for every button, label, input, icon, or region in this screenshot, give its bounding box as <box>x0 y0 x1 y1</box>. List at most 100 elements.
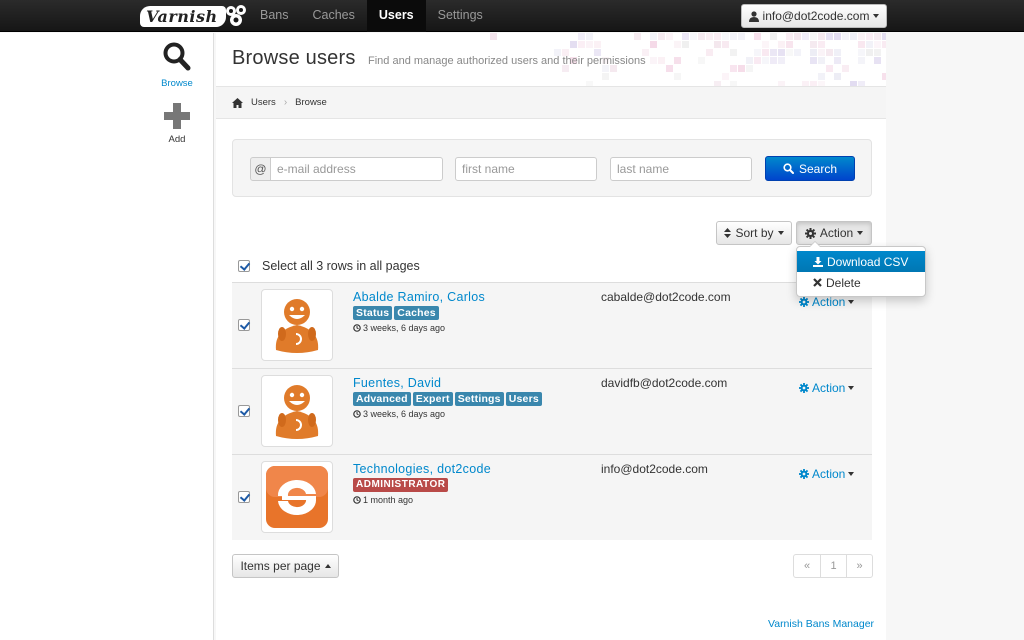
user-email: info@dot2code.com <box>601 462 708 476</box>
last-name-input[interactable] <box>610 157 752 181</box>
user-icon <box>748 10 759 22</box>
breadcrumb-users[interactable]: Users <box>251 97 276 108</box>
permission-badge: Caches <box>394 306 439 320</box>
sidebar-item-browse[interactable]: Browse <box>146 41 208 89</box>
search-button-label: Search <box>798 161 838 176</box>
menu-item-label: Download CSV <box>827 254 909 269</box>
varnish-logo-icon <box>225 5 246 26</box>
menu-item-delete[interactable]: Delete <box>797 272 925 293</box>
search-icon <box>163 42 191 71</box>
search-panel: @ Search <box>232 139 872 197</box>
first-name-input[interactable] <box>455 157 597 181</box>
nav-settings[interactable]: Settings <box>426 0 495 32</box>
gear-icon <box>804 227 816 239</box>
last-login-text: 3 weeks, 6 days ago <box>363 409 446 419</box>
user-email: cabalde@dot2code.com <box>601 290 731 304</box>
permission-badge: Status <box>353 306 393 320</box>
footer-link[interactable]: Varnish Bans Manager <box>768 618 874 630</box>
action-dropdown-menu: Download CSV Delete <box>796 241 926 297</box>
pagination-page[interactable]: 1 <box>820 555 846 577</box>
sort-by-button[interactable]: Sort by <box>716 221 792 245</box>
nav-bans[interactable]: Bans <box>248 0 301 32</box>
select-all-checkbox[interactable] <box>238 260 250 272</box>
action-label: Action <box>819 226 854 240</box>
permission-badges: ADMINISTRATOR <box>353 478 449 492</box>
row-action-button[interactable]: Action <box>799 295 855 309</box>
user-email: davidfb@dot2code.com <box>601 376 728 390</box>
chevron-up-icon <box>324 564 331 568</box>
sidebar-item-label: Add <box>168 134 186 145</box>
close-icon <box>813 278 822 287</box>
items-per-page-button[interactable]: Items per page <box>232 554 339 578</box>
table-row: Technologies, dot2code ADMINISTRATOR 1 m… <box>232 454 872 540</box>
bulk-action-button[interactable]: Action <box>796 221 872 245</box>
avatar <box>261 289 333 361</box>
home-icon[interactable] <box>232 97 243 108</box>
person-avatar-icon <box>275 299 319 353</box>
dot2code-logo-icon <box>266 466 328 528</box>
row-action-label: Action <box>812 295 846 309</box>
row-action-button[interactable]: Action <box>799 467 855 481</box>
sidebar-item-add[interactable]: Add <box>146 103 208 145</box>
user-name[interactable]: Fuentes, David <box>353 376 441 390</box>
permission-badges: Advanced Expert Settings Users <box>353 392 542 406</box>
chevron-down-icon <box>873 14 880 18</box>
pagination-prev[interactable]: « <box>794 555 820 577</box>
brand-logo[interactable]: Varnish <box>140 4 250 28</box>
person-avatar-icon <box>275 385 319 439</box>
avatar <box>261 375 333 447</box>
breadcrumb-bar: Users › Browse <box>216 86 886 119</box>
sort-by-label: Sort by <box>735 226 774 240</box>
main-panel: Browse users Find and manage authorized … <box>216 33 886 640</box>
clock-icon <box>353 410 361 418</box>
chevron-down-icon <box>848 386 855 390</box>
main-nav: Bans Caches Users Settings <box>248 0 495 32</box>
select-all-label: Select all 3 rows in all pages <box>262 259 420 273</box>
last-login: 1 month ago <box>353 495 413 505</box>
pagination: « 1 » <box>793 554 873 578</box>
row-checkbox[interactable] <box>238 491 250 503</box>
last-login-text: 1 month ago <box>363 495 414 505</box>
breadcrumb: Users › Browse <box>232 97 327 108</box>
row-action-label: Action <box>812 467 846 481</box>
users-list: Abalde Ramiro, Carlos Status Caches 3 we… <box>232 282 872 540</box>
user-menu-button[interactable]: info@dot2code.com <box>741 4 887 28</box>
permission-badge: Advanced <box>353 392 411 406</box>
last-login: 3 weeks, 6 days ago <box>353 323 445 333</box>
gear-icon <box>799 383 809 393</box>
last-login-text: 3 weeks, 6 days ago <box>363 323 446 333</box>
email-input[interactable] <box>270 157 443 181</box>
sidebar-item-label: Browse <box>161 78 193 89</box>
plus-icon <box>164 103 190 129</box>
permission-badge: Settings <box>454 392 504 406</box>
sort-icon <box>724 228 732 238</box>
table-row: Abalde Ramiro, Carlos Status Caches 3 we… <box>232 282 872 368</box>
clock-icon <box>353 496 361 504</box>
user-name[interactable]: Abalde Ramiro, Carlos <box>353 290 485 304</box>
row-action-label: Action <box>812 381 846 395</box>
user-name[interactable]: Technologies, dot2code <box>353 462 491 476</box>
permission-badge: Expert <box>412 392 453 406</box>
menu-item-download-csv[interactable]: Download CSV <box>797 251 925 272</box>
last-login: 3 weeks, 6 days ago <box>353 409 445 419</box>
clock-icon <box>353 324 361 332</box>
permission-badges: Status Caches <box>353 306 439 320</box>
row-checkbox[interactable] <box>238 405 250 417</box>
chevron-down-icon <box>848 472 855 476</box>
search-icon <box>783 163 794 174</box>
row-action-button[interactable]: Action <box>799 381 855 395</box>
items-per-page-label: Items per page <box>240 559 321 573</box>
search-button[interactable]: Search <box>765 156 855 181</box>
page-subtitle: Find and manage authorized users and the… <box>368 55 646 67</box>
page-header: Browse users Find and manage authorized … <box>216 33 886 86</box>
gear-icon <box>799 469 809 479</box>
pagination-next[interactable]: » <box>846 555 872 577</box>
row-checkbox[interactable] <box>238 319 250 331</box>
top-navbar: Varnish Bans Caches Users Settings info@… <box>0 0 1024 32</box>
table-row: Fuentes, David Advanced Expert Settings … <box>232 368 872 454</box>
nav-caches[interactable]: Caches <box>301 0 367 32</box>
email-addon: @ <box>250 157 271 181</box>
chevron-down-icon <box>848 300 855 304</box>
user-email: info@dot2code.com <box>762 9 870 23</box>
nav-users[interactable]: Users <box>366 0 426 32</box>
